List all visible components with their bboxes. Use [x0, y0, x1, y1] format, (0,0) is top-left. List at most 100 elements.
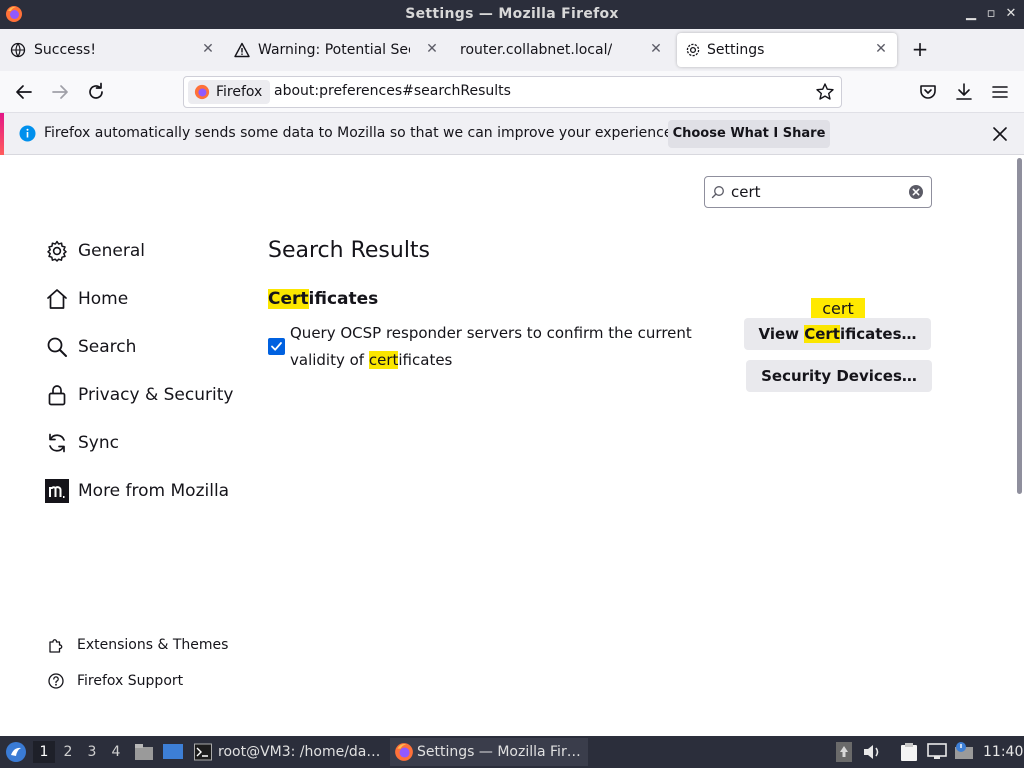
forward-arrow-icon[interactable]: [48, 80, 72, 104]
mozilla-icon: [44, 478, 70, 504]
back-arrow-icon[interactable]: [12, 80, 36, 104]
search-highlight: cert: [368, 351, 399, 369]
tab-strip: Success! ✕ Warning: Potential Securi ✕ r…: [0, 29, 1024, 71]
identity-box[interactable]: Firefox: [188, 80, 271, 104]
firefox-logo-icon: [194, 84, 210, 100]
app-menu-icon[interactable]: [5, 741, 27, 763]
category-label: Sync: [78, 433, 119, 453]
category-home[interactable]: Home: [44, 284, 128, 314]
workspace-2[interactable]: 2: [57, 741, 79, 763]
home-icon: [44, 286, 70, 312]
info-icon: [19, 125, 36, 142]
category-sync[interactable]: Sync: [44, 428, 119, 458]
download-icon[interactable]: [952, 80, 976, 104]
category-search[interactable]: Search: [44, 332, 136, 362]
ocsp-checkbox[interactable]: [268, 338, 285, 355]
puzzle-icon: [46, 635, 66, 655]
search-icon: [711, 186, 724, 199]
help-icon: [46, 671, 66, 691]
reload-icon[interactable]: [84, 80, 108, 104]
scrollbar[interactable]: [1017, 158, 1022, 494]
tab-warning[interactable]: Warning: Potential Securi ✕: [230, 33, 448, 67]
search-results-heading: Search Results: [268, 238, 431, 263]
new-tab-button[interactable]: +: [908, 38, 932, 62]
ocsp-checkbox-label[interactable]: Query OCSP responder servers to confirm …: [290, 320, 710, 374]
footer-link-label: Extensions & Themes: [77, 637, 229, 653]
certificates-group-title: Certificates: [268, 289, 378, 309]
search-match-tooltip: cert: [811, 298, 865, 320]
category-label: Privacy & Security: [78, 385, 234, 405]
globe-icon: [10, 42, 26, 58]
category-general[interactable]: General: [44, 236, 145, 266]
clear-search-icon[interactable]: [908, 184, 924, 200]
close-window-button[interactable]: ✕: [1002, 4, 1020, 24]
terminal-icon: [194, 743, 212, 761]
task-label: Settings — Mozilla Fir…: [417, 744, 581, 760]
network-icon[interactable]: [927, 743, 947, 761]
notification-accent: [0, 113, 4, 155]
preferences-search-box[interactable]: [704, 176, 932, 208]
tab-close-icon[interactable]: ✕: [648, 41, 664, 57]
tab-settings[interactable]: Settings ✕: [677, 33, 897, 67]
extensions-themes-link[interactable]: Extensions & Themes: [46, 634, 228, 656]
tab-router[interactable]: router.collabnet.local/ ✕: [454, 33, 672, 67]
window-title: Settings — Mozilla Firefox: [405, 6, 619, 22]
search-input[interactable]: [731, 181, 901, 203]
view-certificates-button[interactable]: View Certificates…: [744, 318, 931, 350]
desktop-icon[interactable]: [162, 742, 184, 762]
warning-icon: [234, 42, 250, 58]
pocket-icon[interactable]: [916, 80, 940, 104]
button-text-pre: View: [758, 325, 805, 343]
pref-line-1: Query OCSP responder servers to confirm …: [290, 324, 692, 342]
tab-label: Success!: [34, 42, 96, 58]
tab-label: Warning: Potential Securi: [258, 42, 410, 58]
workspace-3[interactable]: 3: [81, 741, 103, 763]
close-icon[interactable]: [990, 124, 1010, 144]
tab-label: Settings: [707, 42, 765, 58]
task-label: root@VM3: /home/da…: [218, 744, 381, 760]
identity-label: Firefox: [216, 84, 263, 100]
tab-close-icon[interactable]: ✕: [424, 41, 440, 57]
tab-close-icon[interactable]: ✕: [200, 41, 216, 57]
search-highlight: Cert: [268, 289, 309, 309]
button-text-post: ificates…: [839, 325, 917, 343]
search-highlight: Cert: [804, 325, 840, 343]
firefox-icon: [395, 743, 413, 761]
clock: 11:40: [983, 744, 1024, 760]
notification-message: Firefox automatically sends some data to…: [44, 125, 677, 141]
file-manager-icon[interactable]: [134, 742, 154, 762]
workspace-4[interactable]: 4: [105, 741, 127, 763]
tab-label: router.collabnet.local/: [460, 42, 613, 58]
notification-icon[interactable]: [954, 741, 974, 761]
bookmark-star-icon[interactable]: [815, 82, 835, 102]
taskbar-terminal[interactable]: root@VM3: /home/da…: [192, 738, 382, 766]
security-devices-button[interactable]: Security Devices…: [746, 360, 932, 392]
tab-close-icon[interactable]: ✕: [873, 41, 889, 57]
system-taskbar: 1 2 3 4 root@VM3: /home/da… Settings — M…: [0, 736, 1024, 768]
hamburger-menu-icon[interactable]: [988, 80, 1012, 104]
footer-link-label: Firefox Support: [77, 673, 184, 689]
lock-icon: [44, 382, 70, 408]
minimize-button[interactable]: ▁: [962, 4, 980, 24]
preferences-content: General Home Search Privacy & Security: [0, 156, 1024, 736]
clipboard-icon[interactable]: [900, 742, 918, 762]
notification-bar: Firefox automatically sends some data to…: [0, 113, 1024, 155]
pref-line-2-post: ificates: [398, 351, 453, 369]
url-text[interactable]: about:preferences#searchResults: [274, 83, 511, 99]
category-more-from-mozilla[interactable]: More from Mozilla: [44, 476, 229, 506]
firefox-support-link[interactable]: Firefox Support: [46, 670, 183, 692]
gear-icon: [686, 43, 700, 57]
tab-success[interactable]: Success! ✕: [6, 33, 224, 67]
restore-button[interactable]: ▫: [982, 4, 1000, 24]
workspace-1[interactable]: 1: [33, 741, 55, 763]
url-bar[interactable]: Firefox about:preferences#searchResults: [183, 76, 842, 108]
taskbar-firefox[interactable]: Settings — Mozilla Fir…: [390, 738, 588, 766]
category-label: More from Mozilla: [78, 481, 230, 501]
category-label: General: [78, 241, 145, 261]
window-titlebar: Settings — Mozilla Firefox ▁ ▫ ✕: [0, 0, 1024, 29]
category-privacy-security[interactable]: Privacy & Security: [44, 380, 233, 410]
choose-what-i-share-button[interactable]: Choose What I Share: [668, 120, 830, 148]
updates-icon[interactable]: [836, 742, 852, 762]
volume-icon[interactable]: [862, 743, 882, 761]
search-icon: [44, 334, 70, 360]
